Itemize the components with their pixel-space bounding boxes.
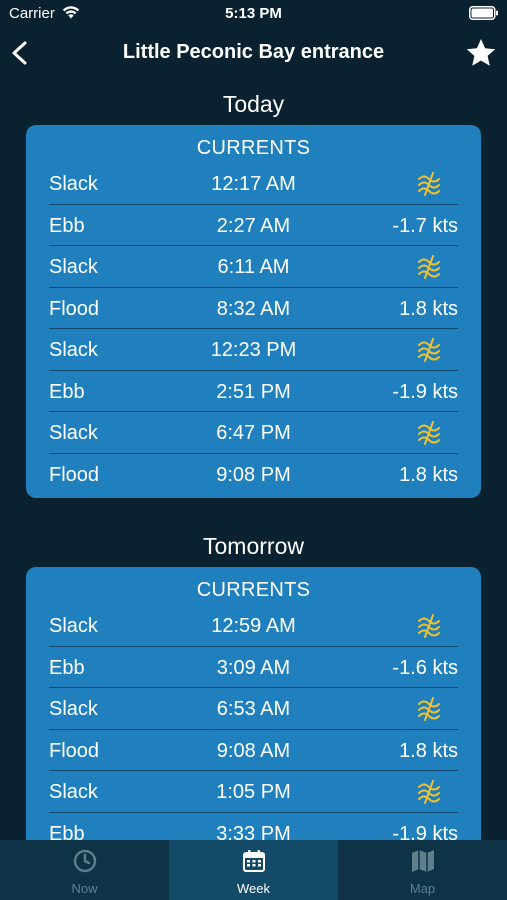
nav-bar: Little Peconic Bay entrance	[0, 28, 507, 78]
current-row-ebb: Ebb 3:33 PM -1.9 kts	[49, 813, 458, 841]
current-time: 6:53 AM	[216, 698, 291, 720]
current-row-slack: Slack 6:47 PM	[49, 412, 458, 454]
current-row-flood: Flood 8:32 AM 1.8 kts	[49, 288, 458, 329]
favorite-button[interactable]	[465, 37, 497, 69]
tab-map[interactable]: Map	[338, 840, 507, 900]
clock-icon	[73, 849, 97, 873]
currents-rows: Slack 12:17 AM Ebb 2:27 AM -1.7 kts Slac…	[49, 163, 458, 494]
current-row-ebb: Ebb 2:51 PM -1.9 kts	[49, 371, 458, 412]
day-list[interactable]: Today CURRENTS Slack 12:17 AM Ebb 2:27 A…	[0, 78, 507, 840]
tab-label: Map	[409, 881, 436, 896]
status-bar: Carrier 5:13 PM	[0, 0, 507, 28]
back-button[interactable]	[8, 36, 36, 70]
current-speed: 1.8 kts	[399, 463, 458, 486]
current-time: 12:59 AM	[211, 615, 296, 637]
current-time: 6:11 AM	[217, 256, 290, 278]
slack-water-icon	[418, 780, 440, 804]
tab-week[interactable]: Week	[169, 840, 338, 900]
current-time: 12:17 AM	[211, 173, 296, 195]
current-time: 1:05 PM	[216, 781, 291, 803]
current-time: 9:08 AM	[216, 739, 291, 762]
current-speed: -1.9 kts	[392, 822, 458, 841]
card-title: CURRENTS	[196, 579, 311, 601]
current-row-flood: Flood 9:08 AM 1.8 kts	[49, 730, 458, 771]
current-speed: -1.6 kts	[392, 656, 458, 679]
current-time: 6:47 PM	[216, 422, 291, 444]
current-row-slack: Slack 12:23 PM	[49, 329, 458, 371]
current-time: 12:23 PM	[210, 339, 297, 361]
current-time: 8:32 AM	[216, 297, 291, 320]
day-header-today: Today	[222, 91, 285, 117]
tab-now[interactable]: Now	[0, 840, 169, 900]
page-title: Little Peconic Bay entrance	[122, 41, 385, 63]
slack-water-icon	[418, 421, 440, 445]
current-row-slack: Slack 12:59 AM	[49, 605, 458, 647]
current-row-slack: Slack 6:53 AM	[49, 688, 458, 730]
slack-water-icon	[418, 338, 440, 362]
status-time: 5:13 PM	[225, 5, 282, 22]
chevron-left-icon	[12, 41, 27, 65]
tab-bar: Now Week Map	[0, 840, 507, 900]
current-row-flood: Flood 9:08 PM 1.8 kts	[49, 454, 458, 495]
map-icon	[412, 850, 434, 872]
day-header-tomorrow: Tomorrow	[203, 533, 304, 559]
battery-icon	[469, 6, 498, 20]
calendar-icon	[243, 850, 265, 872]
tab-label: Now	[71, 881, 98, 896]
tab-label: Week	[237, 881, 270, 896]
card-title: CURRENTS	[196, 137, 311, 159]
currents-rows: Slack 12:59 AM Ebb 3:09 AM -1.6 kts Slac…	[49, 605, 458, 840]
current-row-slack: Slack 6:11 AM	[49, 246, 458, 288]
current-speed: -1.7 kts	[392, 214, 458, 237]
current-speed: 1.8 kts	[399, 297, 458, 320]
current-row-slack: Slack 1:05 PM	[49, 771, 458, 813]
slack-water-icon	[418, 614, 440, 638]
currents-card-today: CURRENTS Slack 12:17 AM Ebb 2:27 AM -1.7…	[26, 125, 481, 498]
slack-water-icon	[418, 172, 440, 196]
current-time: 9:08 PM	[216, 463, 291, 486]
slack-water-icon	[418, 697, 440, 721]
current-speed: -1.9 kts	[392, 380, 458, 403]
current-row-ebb: Ebb 3:09 AM -1.6 kts	[49, 647, 458, 688]
current-speed: 1.8 kts	[399, 739, 458, 762]
current-row-ebb: Ebb 2:27 AM -1.7 kts	[49, 205, 458, 246]
star-icon	[466, 39, 496, 66]
slack-water-icon	[418, 255, 440, 279]
screen: Carrier 5:13 PM Little Peconic Bay entra…	[0, 0, 507, 900]
currents-card-tomorrow: CURRENTS Slack 12:59 AM Ebb 3:09 AM -1.6…	[26, 567, 481, 840]
current-row-slack: Slack 12:17 AM	[49, 163, 458, 205]
